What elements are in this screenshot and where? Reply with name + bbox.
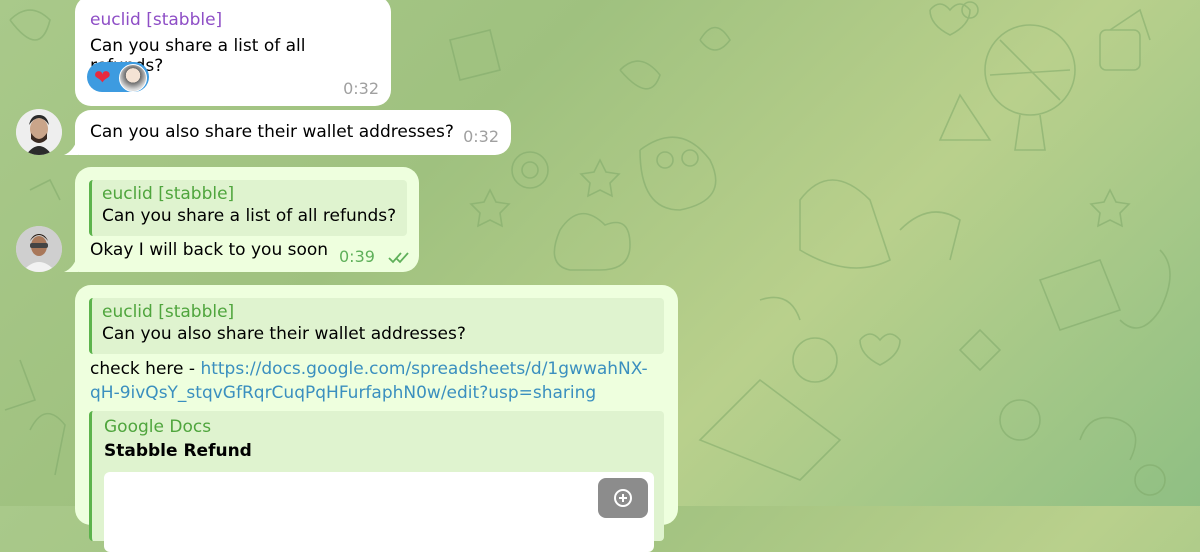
message-text: Okay I will back to you soon xyxy=(90,240,329,260)
double-check-icon xyxy=(388,252,409,264)
message-time: 0:32 xyxy=(463,127,499,146)
message-bubble-incoming[interactable]: euclid [stabble] Can you share a list of… xyxy=(75,0,391,106)
reply-text: Can you share a list of all refunds? xyxy=(102,206,397,226)
message-time: 0:32 xyxy=(343,79,379,98)
spreadsheet-link[interactable]: https://docs.google.com/spreadsheets/d/1… xyxy=(200,359,647,379)
reply-sender-name: euclid [stabble] xyxy=(102,184,235,204)
reply-sender-name: euclid [stabble] xyxy=(102,302,235,322)
heart-reaction-icon: ❤ xyxy=(94,65,111,89)
sender-name[interactable]: euclid [stabble] xyxy=(90,10,376,30)
message-time: 0:39 xyxy=(339,247,375,266)
reply-quote[interactable]: euclid [stabble] Can you share a list of… xyxy=(89,180,407,236)
reactor-avatar xyxy=(119,64,147,92)
reply-quote[interactable]: euclid [stabble] Can you also share thei… xyxy=(89,298,664,354)
reply-text: Can you also share their wallet addresse… xyxy=(102,324,466,344)
message-text: check here - https://docs.google.com/spr… xyxy=(90,357,670,405)
spreadsheet-link-continued[interactable]: qH-9ivQsY_stqvGfRqrCuqPqHFurfaphN0w/edit… xyxy=(90,383,596,403)
zoom-button[interactable] xyxy=(598,478,648,518)
link-preview[interactable]: Google Docs Stabble Refund xyxy=(89,411,664,552)
sender-avatar[interactable] xyxy=(16,109,62,155)
message-bubble-outgoing[interactable]: euclid [stabble] Can you also share thei… xyxy=(75,285,678,552)
message-text-prefix: check here - xyxy=(90,359,201,379)
preview-title: Stabble Refund xyxy=(104,441,252,461)
preview-site-name: Google Docs xyxy=(104,417,212,437)
message-text: Can you also share their wallet addresse… xyxy=(90,122,454,142)
reaction-pill[interactable]: ❤ xyxy=(87,62,149,92)
message-bubble-incoming[interactable]: Can you also share their wallet addresse… xyxy=(75,110,511,155)
message-bubble-outgoing[interactable]: euclid [stabble] Can you share a list of… xyxy=(75,167,419,272)
own-avatar[interactable] xyxy=(16,226,62,272)
preview-image[interactable] xyxy=(104,472,654,552)
